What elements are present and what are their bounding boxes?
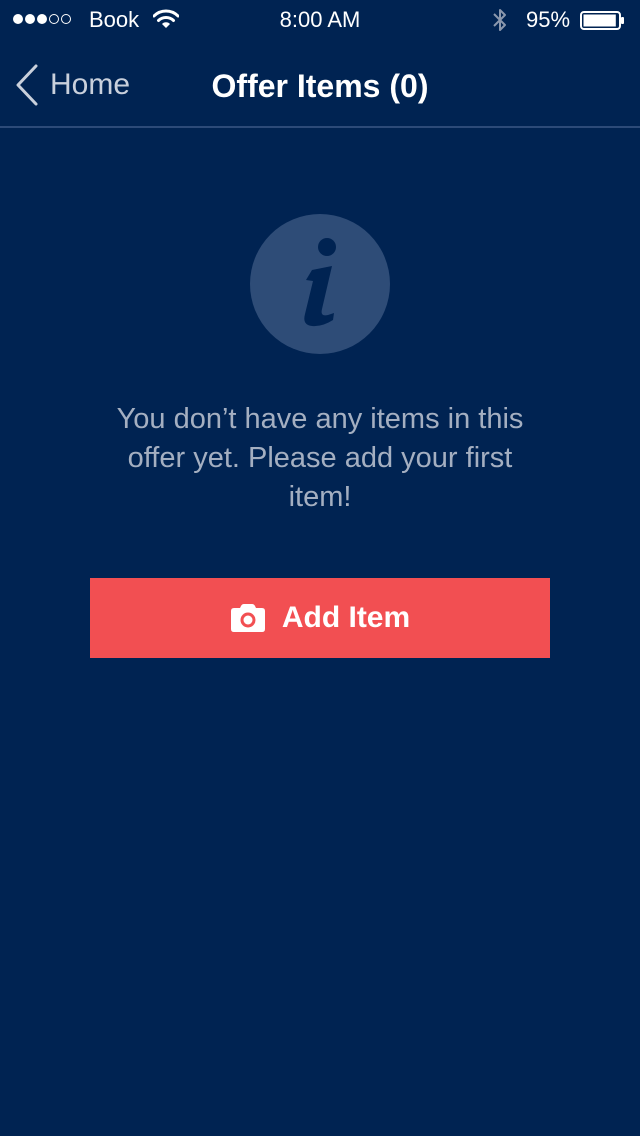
camera-icon (230, 604, 265, 632)
add-item-label: Add Item (281, 601, 411, 634)
add-item-button[interactable]: Add Item (90, 578, 550, 658)
battery-percent: 95% (526, 7, 571, 32)
navigation-bar: Home Offer Items (0) (0, 40, 640, 128)
empty-state-message: You don’t have any items in this offer y… (116, 403, 524, 513)
offer-items-screen: Book 8:00 AM 95% Home Offer Items (0) Yo… (0, 0, 640, 1136)
page-title: Offer Items (0) (211, 68, 429, 104)
back-label: Home (50, 68, 131, 101)
status-bar: Book 8:00 AM 95% (0, 0, 640, 40)
battery-icon (580, 11, 624, 30)
chevron-left-icon (16, 64, 38, 106)
back-button[interactable]: Home (14, 62, 130, 108)
info-glyph (304, 238, 336, 327)
bluetooth-icon (493, 9, 506, 31)
info-icon (250, 214, 390, 354)
